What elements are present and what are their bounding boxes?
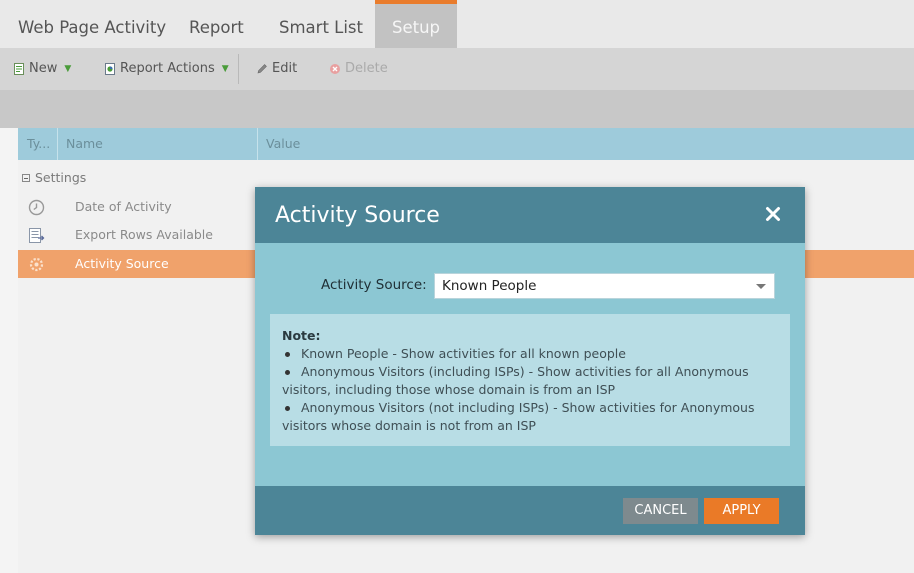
column-header-value[interactable]: Value [258, 128, 914, 160]
row-label: Activity Source [75, 256, 169, 271]
column-header-type[interactable]: Ty... [18, 128, 58, 160]
note-title: Note: [282, 328, 321, 343]
clock-icon [28, 199, 45, 216]
delete-button-label: Delete [345, 61, 388, 76]
grid-header: Ty... Name Value [18, 128, 914, 160]
column-header-name[interactable]: Name [58, 128, 258, 160]
settings-group[interactable]: Settings [22, 170, 86, 185]
note-item: Anonymous Visitors (not including ISPs) … [282, 399, 778, 435]
note-list: Known People - Show activities for all k… [282, 345, 778, 435]
note-item: Anonymous Visitors (including ISPs) - Sh… [282, 363, 778, 399]
dialog-footer: CANCEL APPLY [255, 486, 805, 535]
note-item: Known People - Show activities for all k… [282, 345, 778, 363]
report-actions-button[interactable]: Report Actions ▼ [104, 48, 229, 90]
dialog-title: Activity Source [275, 203, 440, 228]
edit-button-label: Edit [272, 61, 298, 76]
row-label: Export Rows Available [75, 227, 213, 242]
new-document-icon [14, 63, 24, 75]
tab-report[interactable]: Report [189, 0, 244, 48]
cancel-button[interactable]: CANCEL [623, 498, 698, 524]
new-button[interactable]: New ▼ [13, 48, 71, 90]
report-icon [105, 63, 115, 75]
dialog-header: Activity Source [255, 187, 805, 243]
settings-group-label: Settings [35, 170, 87, 185]
note-box: Note: Known People - Show activities for… [270, 314, 790, 446]
delete-button[interactable]: Delete [329, 48, 388, 90]
chevron-down-icon: ▼ [64, 64, 72, 74]
toolbar-divider [238, 54, 239, 84]
toolbar: New ▼ Report Actions ▼ Edit Delete [0, 48, 914, 90]
activity-source-select[interactable]: Known People [434, 273, 775, 299]
chevron-down-icon: ▼ [221, 64, 229, 74]
pencil-icon [257, 64, 267, 74]
close-icon[interactable] [765, 206, 781, 222]
new-button-label: New [29, 61, 58, 76]
collapse-icon[interactable] [22, 173, 30, 182]
gear-icon [29, 257, 44, 272]
tab-setup[interactable]: Setup [375, 0, 457, 48]
activity-source-value: Known People [442, 278, 537, 294]
row-label: Date of Activity [75, 199, 172, 214]
edit-button[interactable]: Edit [256, 48, 297, 90]
activity-source-dialog: Activity Source Activity Source: Known P… [255, 187, 805, 535]
apply-button[interactable]: APPLY [704, 498, 779, 524]
report-actions-label: Report Actions [120, 61, 215, 76]
tab-smart-list[interactable]: Smart List [279, 0, 363, 48]
activity-source-label: Activity Source: [321, 277, 427, 293]
tab-bar: Web Page Activity Report Smart List Setu… [0, 0, 914, 48]
tab-web-page-activity[interactable]: Web Page Activity [18, 0, 166, 48]
delete-icon [330, 64, 340, 74]
sub-toolbar [0, 90, 914, 128]
export-rows-icon [29, 228, 45, 243]
chevron-down-icon [756, 284, 766, 289]
